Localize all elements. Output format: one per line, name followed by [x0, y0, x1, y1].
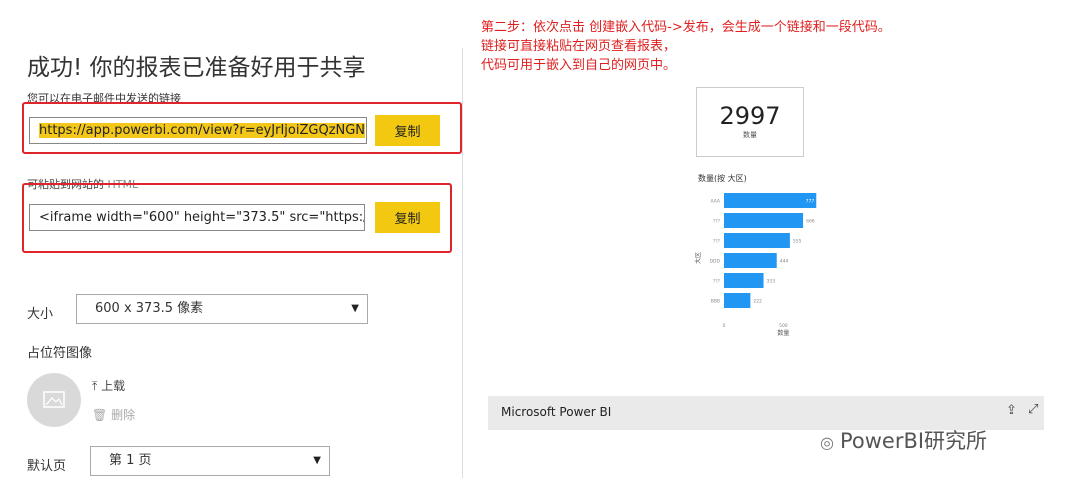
share-icon[interactable]: ⇪ — [1006, 403, 1017, 418]
tick-label-5: BBB — [711, 299, 720, 305]
annotation-text: 第二步：依次点击 创建嵌入代码->发布，会生成一个链接和一段代码。 链接可直接粘… — [481, 18, 891, 75]
bar-chart: 大区 AAA 777??? 666??? 555 DDD 444??? 333 BBB 222 0 5… — [694, 193, 817, 337]
annotation-line-1: 第二步：依次点击 创建嵌入代码->发布，会生成一个链接和一段代码。 — [481, 20, 891, 35]
data-label-2: 555 — [793, 239, 802, 245]
bar-5 — [724, 293, 751, 308]
tick-label-3: DDD — [710, 259, 721, 265]
kpi-value: 2997 — [719, 102, 781, 130]
y-axis-title: 大区 — [694, 252, 702, 264]
image-icon — [43, 391, 65, 408]
wechat-icon: ◎ — [820, 433, 834, 452]
upload-label: 上载 — [101, 379, 126, 393]
size-label: 大小 — [27, 307, 54, 322]
annotation-line-2: 链接可直接粘贴在网页查看报表， — [481, 39, 677, 54]
tick-label-2: ??? — [713, 239, 721, 245]
bar-0 — [724, 193, 817, 208]
upload-button[interactable]: ⤒ 上载 — [92, 377, 125, 394]
default-page-value: 第 1 页 — [109, 453, 152, 468]
trash-icon: 🗑 — [92, 408, 108, 422]
tick-label-4: ??? — [713, 279, 721, 285]
data-label-0: 777 — [806, 199, 815, 205]
x-tick-0: 0 — [723, 323, 726, 329]
bar-4 — [724, 273, 764, 288]
kpi-label: 数量 — [743, 131, 757, 139]
image-placeholder — [27, 373, 81, 427]
default-page-select[interactable]: 第 1 页 ▼ — [90, 446, 330, 476]
annotation-line-3: 代码可用于嵌入到自己的网页中。 — [481, 58, 677, 73]
size-value: 600 x 373.5 像素 — [95, 301, 204, 316]
tick-label-1: ??? — [713, 219, 721, 225]
link-input[interactable]: https://app.powerbi.com/view?r=eyJrIjoiZ… — [29, 117, 367, 144]
delete-button[interactable]: 🗑 删除 — [92, 406, 135, 423]
chart-title: 数量(按 大区) — [698, 174, 747, 183]
x-tick-1: 500 — [779, 323, 788, 329]
watermark-text: PowerBI研究所 — [839, 429, 988, 453]
data-label-1: 666 — [806, 219, 815, 225]
delete-label: 删除 — [111, 408, 136, 422]
html-code-input[interactable]: <iframe width="600" height="373.5" src="… — [29, 204, 365, 231]
page-title: 成功! 你的报表已准备好用于共享 — [27, 55, 366, 81]
copy-link-button[interactable]: 复制 — [375, 115, 440, 146]
data-label-5: 222 — [753, 299, 762, 305]
data-label-4: 333 — [767, 279, 776, 285]
kpi-card: 2997 数量 — [696, 87, 804, 157]
copy-html-button[interactable]: 复制 — [375, 202, 440, 233]
powerbi-footer-label: Microsoft Power BI — [501, 405, 612, 419]
watermark: ◎ PowerBI研究所 — [820, 425, 987, 455]
expand-icon[interactable]: ⤢ — [1028, 402, 1038, 417]
bar-2 — [724, 233, 790, 248]
chevron-down-icon: ▼ — [351, 303, 359, 314]
upload-icon: ⤒ — [92, 379, 98, 393]
default-page-label: 默认页 — [27, 459, 67, 474]
link-value: https://app.powerbi.com/view?r=eyJrIjoiZ… — [39, 123, 366, 138]
panel-divider — [462, 48, 463, 478]
data-label-3: 444 — [780, 259, 789, 265]
bar-1 — [724, 213, 804, 228]
bar-3 — [724, 253, 777, 268]
placeholder-label: 占位符图像 — [27, 346, 93, 361]
x-axis-title: 数量 — [777, 329, 789, 337]
tick-label-0: AAA — [711, 199, 721, 205]
chevron-down-icon: ▼ — [313, 455, 321, 466]
size-select[interactable]: 600 x 373.5 像素 ▼ — [76, 294, 368, 324]
